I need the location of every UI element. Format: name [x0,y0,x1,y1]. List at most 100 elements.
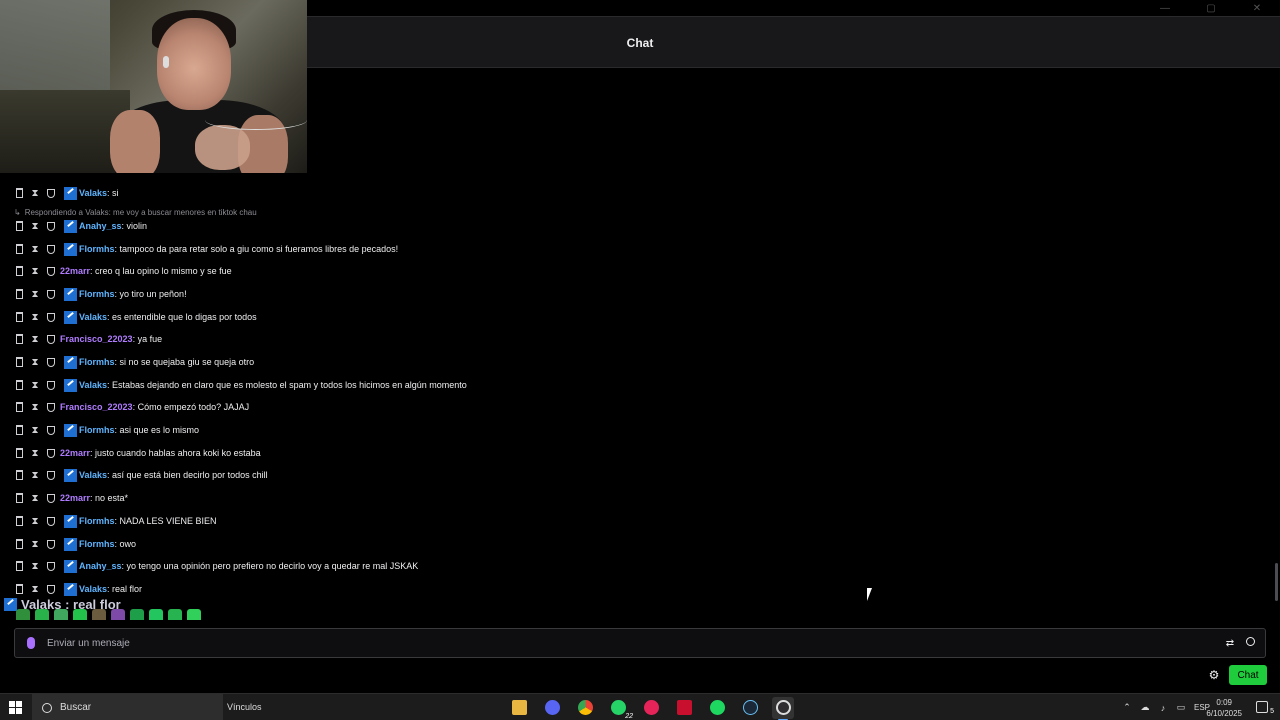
spotify-icon[interactable] [706,697,728,719]
scrollbar[interactable] [1275,563,1278,601]
trash-icon[interactable] [14,469,24,481]
hourglass-icon[interactable] [30,288,40,300]
file-explorer-icon[interactable] [508,697,530,719]
discord-icon[interactable] [541,697,563,719]
message-username[interactable]: Valaks [79,188,107,198]
emote-icon[interactable] [73,609,87,620]
close-button[interactable]: ✕ [1234,0,1280,16]
message-username[interactable]: Francisco_22023 [60,334,133,344]
message-username[interactable]: Flormhs [79,539,115,549]
chrome-icon[interactable] [574,697,596,719]
trash-icon[interactable] [14,538,24,550]
trash-icon[interactable] [14,583,24,595]
emote-icon[interactable] [35,609,49,620]
notification-icon[interactable] [1256,701,1268,713]
hourglass-icon[interactable] [30,356,40,368]
media-player-icon[interactable] [640,697,662,719]
hourglass-icon[interactable] [30,583,40,595]
message-username[interactable]: Anahy_ss [79,561,122,571]
game-launcher-icon[interactable] [673,697,695,719]
hourglass-icon[interactable] [30,401,40,413]
gear-icon[interactable]: ⚙ [1207,668,1221,682]
minimize-button[interactable]: — [1142,0,1188,16]
shield-icon[interactable] [46,265,56,277]
emote-icon[interactable] [111,609,125,620]
hourglass-icon[interactable] [30,492,40,504]
shield-icon[interactable] [46,538,56,550]
message-username[interactable]: Flormhs [79,357,115,367]
trash-icon[interactable] [14,379,24,391]
message-username[interactable]: Valaks [79,380,107,390]
chat-send-button[interactable]: Chat [1229,665,1267,685]
shield-icon[interactable] [46,447,56,459]
shield-icon[interactable] [46,583,56,595]
message-username[interactable]: Valaks [79,312,107,322]
hourglass-icon[interactable] [30,187,40,199]
steam-icon[interactable] [739,697,761,719]
trash-icon[interactable] [14,243,24,255]
cloud-icon[interactable]: ☁ [1140,702,1150,713]
emote-icon[interactable] [168,609,182,620]
message-username[interactable]: 22marr [60,493,90,503]
trash-icon[interactable] [14,220,24,232]
message-username[interactable]: 22marr [60,266,90,276]
translate-icon[interactable]: ⇄ [1224,637,1236,649]
trash-icon[interactable] [14,492,24,504]
hourglass-icon[interactable] [30,538,40,550]
hourglass-icon[interactable] [30,311,40,323]
trash-icon[interactable] [14,401,24,413]
whatsapp-icon[interactable]: 22 [607,697,633,720]
shield-icon[interactable] [46,311,56,323]
hourglass-icon[interactable] [30,379,40,391]
shield-icon[interactable] [46,288,56,300]
shield-icon[interactable] [46,187,56,199]
windows-start-icon[interactable] [9,701,22,714]
trash-icon[interactable] [14,447,24,459]
shield-icon[interactable] [46,220,56,232]
message-username[interactable]: Flormhs [79,516,115,526]
emote-icon[interactable] [16,609,30,620]
clock[interactable]: 0:09 6/10/2025 [1206,697,1242,719]
trash-icon[interactable] [14,560,24,572]
shield-icon[interactable] [46,469,56,481]
hourglass-icon[interactable] [30,560,40,572]
shield-icon[interactable] [46,424,56,436]
message-username[interactable]: Flormhs [79,244,115,254]
maximize-button[interactable]: ▢ [1188,0,1234,16]
volume-icon[interactable]: ♪ [1158,703,1168,713]
hourglass-icon[interactable] [30,265,40,277]
network-icon[interactable]: ▭ [1176,702,1186,713]
shield-icon[interactable] [46,515,56,527]
message-username[interactable]: Valaks [79,584,107,594]
shield-icon[interactable] [46,401,56,413]
message-username[interactable]: Flormhs [79,289,115,299]
message-username[interactable]: Anahy_ss [79,221,122,231]
emote-icon[interactable] [92,609,106,620]
message-username[interactable]: 22marr [60,448,90,458]
trash-icon[interactable] [14,424,24,436]
chevron-up-icon[interactable]: ⌃ [1122,702,1132,713]
trash-icon[interactable] [14,187,24,199]
trash-icon[interactable] [14,333,24,345]
message-username[interactable]: Valaks [79,470,107,480]
trash-icon[interactable] [14,288,24,300]
shield-icon[interactable] [46,379,56,391]
hourglass-icon[interactable] [30,424,40,436]
emoji-icon[interactable] [1246,637,1255,646]
hourglass-icon[interactable] [30,447,40,459]
hourglass-icon[interactable] [30,515,40,527]
obs-icon[interactable] [772,696,794,720]
hourglass-icon[interactable] [30,333,40,345]
hourglass-icon[interactable] [30,243,40,255]
trash-icon[interactable] [14,265,24,277]
hourglass-icon[interactable] [30,469,40,481]
emote-icon[interactable] [130,609,144,620]
emote-icon[interactable] [54,609,68,620]
links-toolbar[interactable]: Vínculos [227,694,262,720]
trash-icon[interactable] [14,356,24,368]
mic-icon[interactable] [27,637,35,649]
message-username[interactable]: Flormhs [79,425,115,435]
trash-icon[interactable] [14,515,24,527]
shield-icon[interactable] [46,560,56,572]
emote-icon[interactable] [187,609,201,620]
